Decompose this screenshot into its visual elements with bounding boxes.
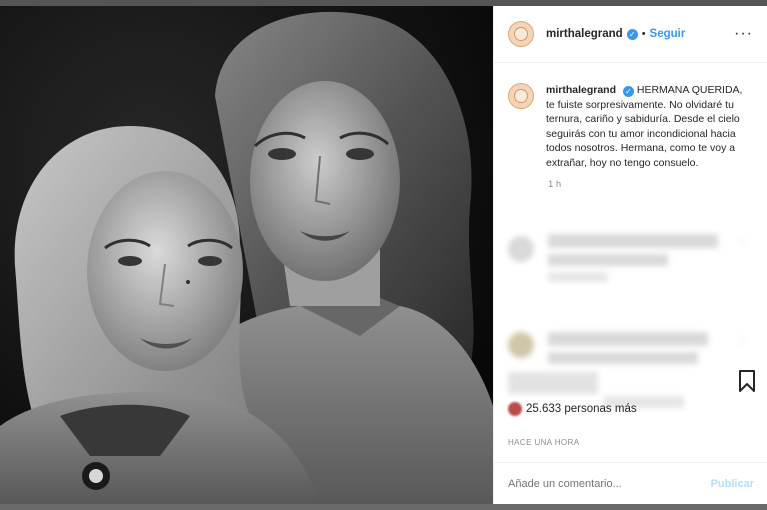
header-username[interactable]: mirthalegrand — [546, 28, 623, 40]
post-photo[interactable] — [0, 6, 493, 504]
likes-count: 25.633 personas más — [526, 403, 637, 415]
avatar[interactable] — [508, 21, 534, 47]
bookmark-icon[interactable] — [738, 370, 756, 392]
bottom-edge-strip — [0, 504, 767, 510]
likes-line[interactable]: 25.633 personas más — [508, 402, 637, 416]
post-side-panel: mirthalegrand ✓ • Seguir ··· mirthalegra… — [493, 6, 767, 504]
follow-button[interactable]: Seguir — [650, 28, 686, 40]
post-header: mirthalegrand ✓ • Seguir ··· — [494, 6, 767, 63]
caption-time: 1 h — [548, 179, 562, 190]
avatar-icon — [514, 89, 528, 103]
instagram-post-screenshot: mirthalegrand ✓ • Seguir ··· mirthalegra… — [0, 0, 767, 510]
post-timestamp: HACE UNA HORA — [508, 438, 580, 447]
separator-dot: • — [641, 28, 646, 40]
publish-button[interactable]: Publicar — [711, 478, 754, 490]
blurred-comment-1: ♡ — [494, 228, 767, 298]
post-actions — [494, 370, 767, 394]
caption-avatar[interactable] — [508, 83, 534, 109]
verified-badge-icon: ✓ — [622, 86, 634, 97]
comment-bar: Publicar — [494, 462, 767, 504]
post-caption: mirthalegrand ✓ HERMANA QUERIDA, te fuis… — [494, 63, 767, 170]
more-options-icon[interactable]: ··· — [734, 25, 753, 43]
liker-avatar — [508, 402, 522, 416]
comment-input[interactable] — [508, 477, 711, 490]
caption-username[interactable]: mirthalegrand — [546, 84, 616, 96]
vintage-portrait-image — [0, 6, 493, 504]
avatar-icon — [514, 27, 528, 41]
verified-badge-icon: ✓ — [626, 28, 638, 40]
caption-body: HERMANA QUERIDA, te fuiste sorpresivamen… — [546, 84, 743, 169]
caption-text-block: mirthalegrand ✓ HERMANA QUERIDA, te fuis… — [546, 83, 753, 170]
